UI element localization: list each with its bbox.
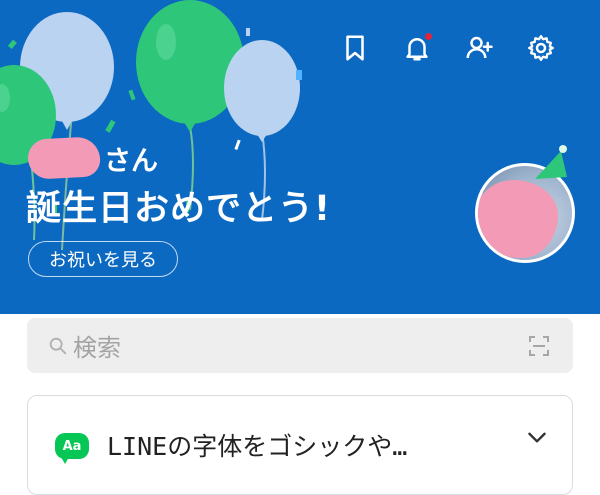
- search-input[interactable]: 検索: [27, 318, 573, 373]
- add-friend-icon: [466, 36, 493, 59]
- bookmark-icon: [346, 35, 364, 61]
- header-toolbar: [324, 28, 572, 68]
- qr-scan-icon[interactable]: [527, 334, 551, 358]
- bookmark-button[interactable]: [324, 28, 386, 68]
- notice-text: LINEの字体をゴシックや…: [107, 432, 408, 461]
- birthday-banner: さん 誕生日おめでとう! お祝いを見る: [0, 0, 600, 314]
- notifications-button[interactable]: [386, 28, 448, 68]
- search-placeholder: 検索: [73, 334, 121, 362]
- font-badge-icon: Aa: [55, 433, 89, 464]
- notification-dot: [425, 33, 432, 40]
- font-notice-card[interactable]: Aa LINEの字体をゴシックや…: [27, 395, 573, 495]
- add-friend-button[interactable]: [448, 28, 510, 68]
- chevron-down-icon[interactable]: [524, 424, 550, 450]
- settings-button[interactable]: [510, 28, 572, 68]
- gear-icon: [528, 35, 554, 61]
- privacy-blur: [478, 180, 558, 258]
- search-icon: [49, 337, 67, 354]
- profile-avatar[interactable]: [475, 145, 575, 263]
- view-celebrations-button[interactable]: お祝いを見る: [28, 241, 178, 277]
- birthday-greeting: 誕生日おめでとう!: [26, 189, 331, 229]
- name-suffix: さん: [104, 145, 158, 177]
- party-hat-icon: [535, 145, 567, 179]
- birthday-name: さん: [27, 136, 158, 180]
- privacy-blur: [27, 136, 101, 180]
